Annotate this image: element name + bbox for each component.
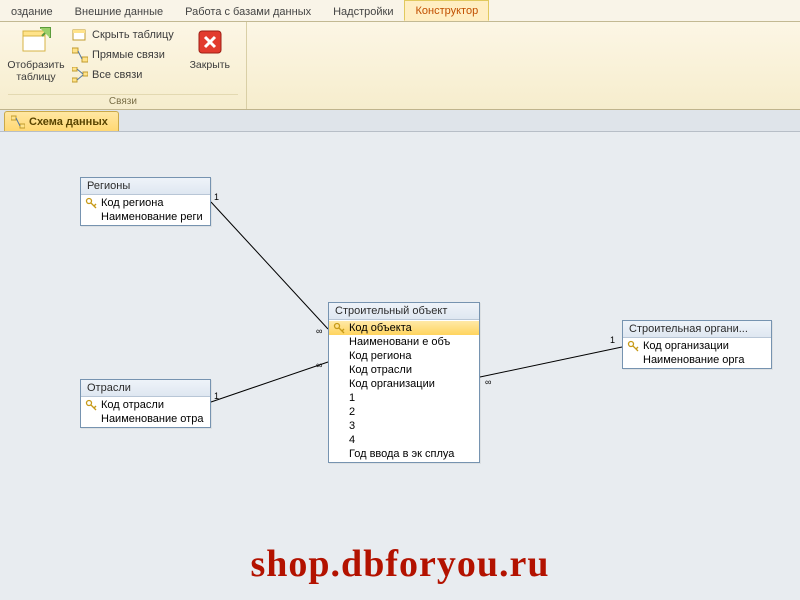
- show-table-icon: [20, 26, 52, 58]
- ribbon: Отобразить таблицу Скрыть таблицу Прямые…: [0, 22, 800, 110]
- ribbon-group-label: Связи: [8, 94, 238, 109]
- table-row[interactable]: Код региона: [81, 196, 210, 210]
- key-icon: [627, 340, 639, 352]
- field-label: Год ввода в эк сплуа: [349, 448, 454, 460]
- all-relations-button[interactable]: Все связи: [70, 66, 176, 84]
- table-row[interactable]: Наименование отра: [81, 412, 210, 426]
- field-label: Наименование реги: [101, 211, 203, 223]
- svg-text:∞: ∞: [485, 377, 491, 387]
- svg-text:1: 1: [214, 391, 219, 401]
- relationships-canvas[interactable]: 1 ∞ 1 ∞ ∞ 1 Регионы Код региона Наименов…: [0, 132, 800, 600]
- direct-relations-button[interactable]: Прямые связи: [70, 46, 176, 64]
- tab-design[interactable]: Конструктор: [404, 0, 489, 21]
- table-row[interactable]: 4: [329, 433, 479, 447]
- table-row[interactable]: Код отрасли: [81, 398, 210, 412]
- table-row[interactable]: Код отрасли: [329, 363, 479, 377]
- field-label: Наименовани е объ: [349, 336, 450, 348]
- field-label: Код организации: [349, 378, 435, 390]
- table-row[interactable]: Код объекта: [329, 321, 479, 335]
- table-row[interactable]: Наименование орга: [623, 353, 771, 367]
- field-label: Наименование орга: [643, 354, 744, 366]
- field-label: Код объекта: [349, 322, 412, 334]
- all-relations-icon: [72, 67, 88, 83]
- table-row[interactable]: 2: [329, 405, 479, 419]
- relationships-icon: [11, 115, 25, 129]
- show-table-button[interactable]: Отобразить таблицу: [8, 24, 64, 83]
- key-icon: [85, 197, 97, 209]
- tab-external-data[interactable]: Внешние данные: [64, 1, 174, 21]
- field-label: Код региона: [101, 197, 163, 209]
- table-org-title[interactable]: Строительная органи...: [623, 321, 771, 338]
- field-label: Код организации: [643, 340, 729, 352]
- svg-text:1: 1: [214, 192, 219, 202]
- field-label: 2: [349, 406, 355, 418]
- table-row[interactable]: 1: [329, 391, 479, 405]
- document-tab-schema[interactable]: Схема данных: [4, 111, 119, 131]
- close-button[interactable]: Закрыть: [182, 24, 238, 72]
- direct-relations-label: Прямые связи: [92, 49, 165, 61]
- table-regions-title[interactable]: Регионы: [81, 178, 210, 195]
- table-regions-body: Код региона Наименование реги: [81, 195, 210, 225]
- field-label: 1: [349, 392, 355, 404]
- field-label: Наименование отра: [101, 413, 203, 425]
- key-icon: [85, 399, 97, 411]
- table-industries-body: Код отрасли Наименование отра: [81, 397, 210, 427]
- table-row[interactable]: Код организации: [329, 377, 479, 391]
- field-label: 3: [349, 420, 355, 432]
- table-industries[interactable]: Отрасли Код отрасли Наименование отра: [80, 379, 211, 428]
- svg-text:1: 1: [610, 335, 615, 345]
- hide-table-button[interactable]: Скрыть таблицу: [70, 26, 176, 44]
- field-label: Код отрасли: [349, 364, 412, 376]
- table-row[interactable]: Код организации: [623, 339, 771, 353]
- ribbon-tabbar: оздание Внешние данные Работа с базами д…: [0, 0, 800, 22]
- watermark: shop.dbforyou.ru: [0, 542, 800, 586]
- close-icon: [194, 26, 226, 58]
- close-label: Закрыть: [190, 60, 230, 72]
- ribbon-group-relations: Отобразить таблицу Скрыть таблицу Прямые…: [0, 22, 247, 109]
- tab-database-tools[interactable]: Работа с базами данных: [174, 1, 322, 21]
- all-relations-label: Все связи: [92, 69, 142, 81]
- table-row[interactable]: Год ввода в эк сплуа: [329, 447, 479, 461]
- table-org-body: Код организации Наименование орга: [623, 338, 771, 368]
- table-row[interactable]: Наименование реги: [81, 210, 210, 224]
- field-label: 4: [349, 434, 355, 446]
- document-tab-label: Схема данных: [29, 116, 108, 128]
- table-object-title[interactable]: Строительный объект: [329, 303, 479, 320]
- table-object-body: Код объекта Наименовани е объ Код регион…: [329, 320, 479, 462]
- key-icon: [333, 322, 345, 334]
- table-construction-organization[interactable]: Строительная органи... Код организации Н…: [622, 320, 772, 369]
- hide-table-icon: [72, 27, 88, 43]
- table-regions[interactable]: Регионы Код региона Наименование реги: [80, 177, 211, 226]
- svg-text:∞: ∞: [316, 326, 322, 336]
- hide-table-label: Скрыть таблицу: [92, 29, 174, 41]
- svg-text:∞: ∞: [316, 360, 322, 370]
- tab-addins[interactable]: Надстройки: [322, 1, 404, 21]
- table-row[interactable]: 3: [329, 419, 479, 433]
- direct-relations-icon: [72, 47, 88, 63]
- table-row[interactable]: Код региона: [329, 349, 479, 363]
- table-row[interactable]: Наименовани е объ: [329, 335, 479, 349]
- table-industries-title[interactable]: Отрасли: [81, 380, 210, 397]
- document-tab-strip: Схема данных: [0, 110, 800, 132]
- field-label: Код отрасли: [101, 399, 164, 411]
- table-construction-object[interactable]: Строительный объект Код объекта Наименов…: [328, 302, 480, 463]
- field-label: Код региона: [349, 350, 411, 362]
- tab-create[interactable]: оздание: [0, 1, 64, 21]
- show-table-label: Отобразить таблицу: [7, 60, 64, 83]
